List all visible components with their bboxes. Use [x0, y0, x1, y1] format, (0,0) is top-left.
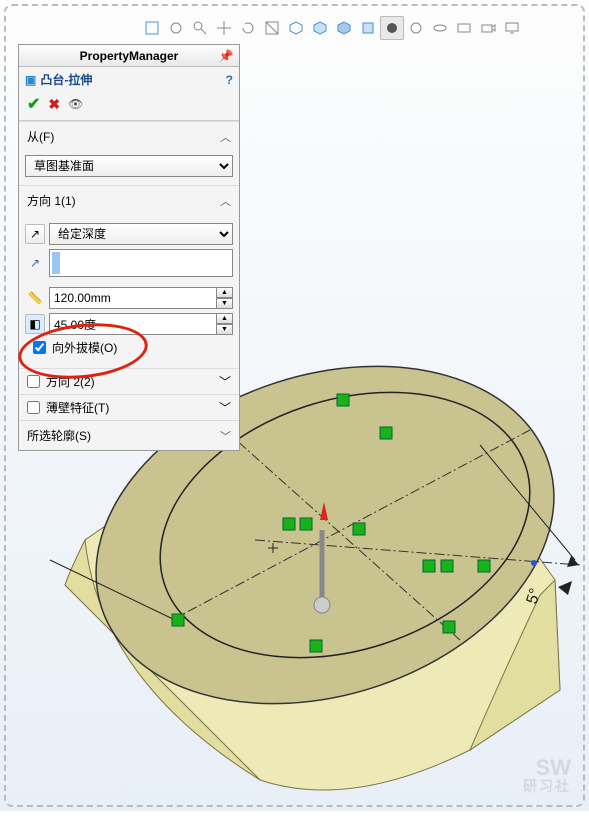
direction-selection-box[interactable] [49, 249, 233, 277]
chevron-up-icon: ︿ [220, 129, 231, 145]
direction1-label: 方向 1(1) [27, 192, 76, 209]
depth-input[interactable] [49, 287, 217, 309]
sketch-marker[interactable] [353, 523, 365, 535]
rotate-icon[interactable] [236, 16, 260, 40]
dim-ext-2 [50, 560, 175, 620]
sketch-marker[interactable] [443, 621, 455, 633]
draft-spinner[interactable]: ▲▼ [217, 313, 233, 335]
eye-icon[interactable] [428, 16, 452, 40]
contours-section-header[interactable]: 所选轮廓(S) ﹀ [19, 421, 239, 450]
direction-arrow-icon[interactable]: ↗ [25, 253, 45, 273]
sketch-marker[interactable] [337, 394, 349, 406]
drag-handle-ball[interactable] [314, 597, 330, 613]
thin-feature-checkbox[interactable] [27, 401, 40, 414]
scene-icon[interactable] [452, 16, 476, 40]
section-icon[interactable] [260, 16, 284, 40]
from-section-header[interactable]: 从(F) ︿ [19, 122, 239, 151]
thin-feature-label: 薄壁特征(T) [46, 399, 109, 416]
box3-icon[interactable] [332, 16, 356, 40]
body-top-face [65, 540, 260, 780]
sketch-marker[interactable] [300, 518, 312, 530]
sketch-marker[interactable] [478, 560, 490, 572]
direction1-section-header[interactable]: 方向 1(1) ︿ [19, 186, 239, 215]
chevron-down-icon: ﹀ [220, 428, 231, 444]
camera-icon[interactable] [476, 16, 500, 40]
preview-icon[interactable]: 👁 [68, 97, 83, 111]
pin-icon[interactable]: 📌 [217, 47, 235, 65]
watermark: SW 研习社 [523, 757, 571, 793]
body-side-face [65, 399, 560, 790]
sketch-marker[interactable] [380, 427, 392, 439]
sketch-marker[interactable] [310, 640, 322, 652]
centerline-1 [172, 430, 530, 620]
centerline-2 [225, 430, 460, 640]
feature-name: 凸台-拉伸 [40, 71, 92, 88]
chevron-down-icon: ﹀ [219, 373, 231, 390]
contours-label: 所选轮廓(S) [27, 427, 91, 444]
box2-icon[interactable] [308, 16, 332, 40]
from-condition-select[interactable]: 草图基准面 [25, 155, 233, 177]
chevron-down-icon: ﹀ [219, 399, 231, 416]
direction2-label: 方向 2(2) [46, 373, 95, 390]
draft-outward-checkbox[interactable] [33, 341, 46, 354]
depth-icon: 📏 [25, 288, 45, 308]
zoom-icon[interactable] [188, 16, 212, 40]
watermark-big: SW [523, 757, 571, 779]
sketch-marker[interactable] [172, 614, 184, 626]
depth-spinner[interactable]: ▲▼ [217, 287, 233, 309]
sketch-marker[interactable] [283, 518, 295, 530]
pan-icon[interactable] [212, 16, 236, 40]
end-condition-select[interactable]: 给定深度 [49, 223, 233, 245]
sketch-marker[interactable] [423, 560, 435, 572]
watermark-small: 研习社 [523, 779, 571, 793]
shaded-icon[interactable] [356, 16, 380, 40]
direction2-section-header[interactable]: 方向 2(2) ﹀ [19, 369, 239, 394]
dimension-text[interactable]: 5° [524, 586, 545, 606]
direction2-checkbox[interactable] [27, 375, 40, 388]
sketch-marker[interactable] [441, 560, 453, 572]
dim-arrow-1 [567, 556, 579, 567]
dim-ext-1 [480, 445, 575, 560]
chevron-up-icon: ︿ [220, 193, 231, 209]
feature-name-row: ▣ 凸台-拉伸 [25, 71, 92, 88]
extrude-icon: ▣ [25, 73, 36, 87]
thin-feature-section-header[interactable]: 薄壁特征(T) ﹀ [19, 395, 239, 420]
plane-front-icon[interactable] [140, 16, 164, 40]
property-manager-panel: PropertyManager 📌 ▣ 凸台-拉伸 ? ✔ ✖ 👁 从(F) ︿… [18, 44, 240, 451]
axis-horizontal [255, 540, 580, 565]
sketch-point[interactable] [531, 560, 537, 566]
graphics-area[interactable]: 5° PropertyManager 📌 ▣ 凸台-拉伸 ? [0, 0, 589, 811]
body-side-face-2 [470, 580, 560, 750]
panel-title: PropertyManager [80, 49, 179, 63]
draft-icon[interactable] [380, 16, 404, 40]
box-icon[interactable] [284, 16, 308, 40]
plane-back-icon[interactable] [164, 16, 188, 40]
origin-marker [268, 543, 278, 553]
origin-arrow-red [320, 502, 328, 520]
view-toolbar [140, 16, 524, 40]
draft-outward-label: 向外拔模(O) [52, 339, 117, 356]
help-icon[interactable]: ? [226, 73, 233, 87]
from-label: 从(F) [27, 128, 54, 145]
display-icon[interactable] [500, 16, 524, 40]
ok-button[interactable]: ✔ [27, 94, 40, 114]
draft-angle-icon[interactable]: ◧ [25, 314, 45, 334]
reverse-direction-icon[interactable]: ↗ [25, 224, 45, 244]
draft-input[interactable] [49, 313, 217, 335]
cancel-button[interactable]: ✖ [48, 96, 60, 113]
appearance-icon[interactable] [404, 16, 428, 40]
dim-arrow-2 [558, 581, 572, 595]
panel-header: PropertyManager 📌 [19, 45, 239, 67]
